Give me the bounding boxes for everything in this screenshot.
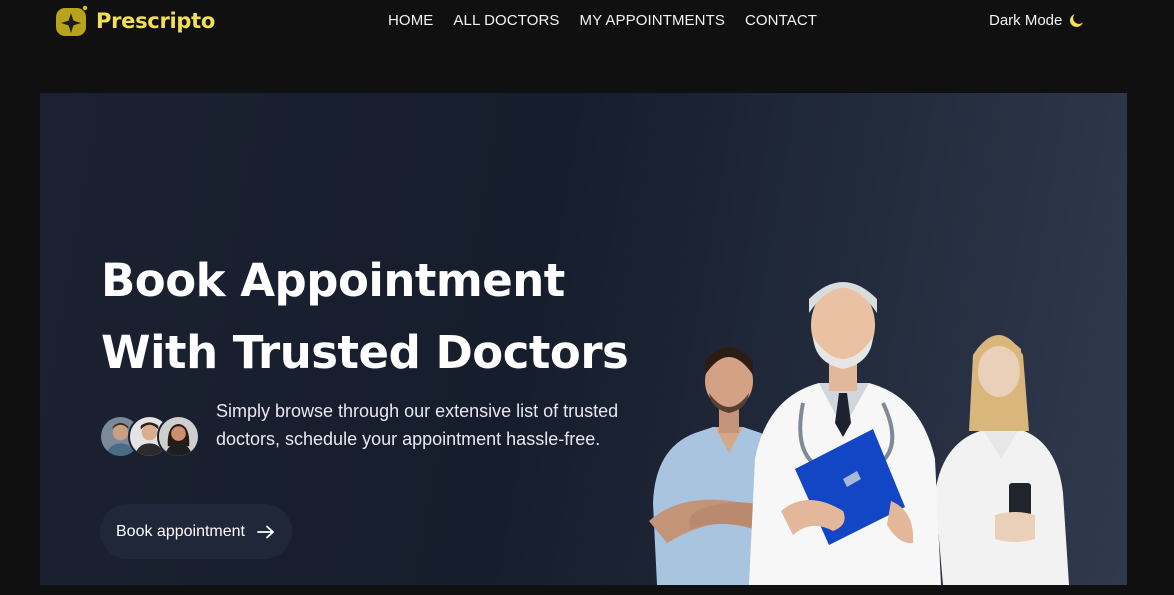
avatar [157, 415, 200, 458]
book-appointment-button[interactable]: Book appointment [100, 504, 292, 559]
doctor-right-figure [935, 335, 1069, 585]
brand-logo[interactable]: Prescripto [55, 4, 215, 38]
brand-name: Prescripto [96, 9, 215, 33]
patient-avatars-group [99, 415, 203, 459]
doctors-group-image [649, 282, 1069, 585]
nav-contact[interactable]: CONTACT [745, 12, 817, 29]
hero-title-line-2: With Trusted Doctors [101, 326, 629, 379]
arrow-right-icon [257, 525, 274, 538]
nav-my-appointments[interactable]: MY APPOINTMENTS [580, 12, 725, 29]
hero-description: Simply browse through our extensive list… [216, 401, 619, 449]
hero-title: Book Appointment With Trusted Doctors [101, 245, 661, 389]
dark-mode-label: Dark Mode [989, 12, 1063, 29]
logo-icon [56, 5, 88, 36]
nav-home[interactable]: HOME [388, 12, 433, 29]
book-appointment-label: Book appointment [116, 522, 245, 540]
main-nav: HOME ALL DOCTORS MY APPOINTMENTS CONTACT [388, 12, 817, 30]
nav-all-doctors[interactable]: ALL DOCTORS [453, 12, 559, 29]
doctor-center-figure [749, 282, 941, 585]
navbar: Prescripto HOME ALL DOCTORS MY APPOINTME… [0, 0, 1174, 44]
hero-banner: Book Appointment With Trusted Doctors Si… [40, 93, 1127, 585]
moon-icon [1070, 14, 1084, 28]
dark-mode-toggle[interactable]: Dark Mode [989, 12, 1084, 29]
hero-title-line-1: Book Appointment [101, 254, 565, 307]
